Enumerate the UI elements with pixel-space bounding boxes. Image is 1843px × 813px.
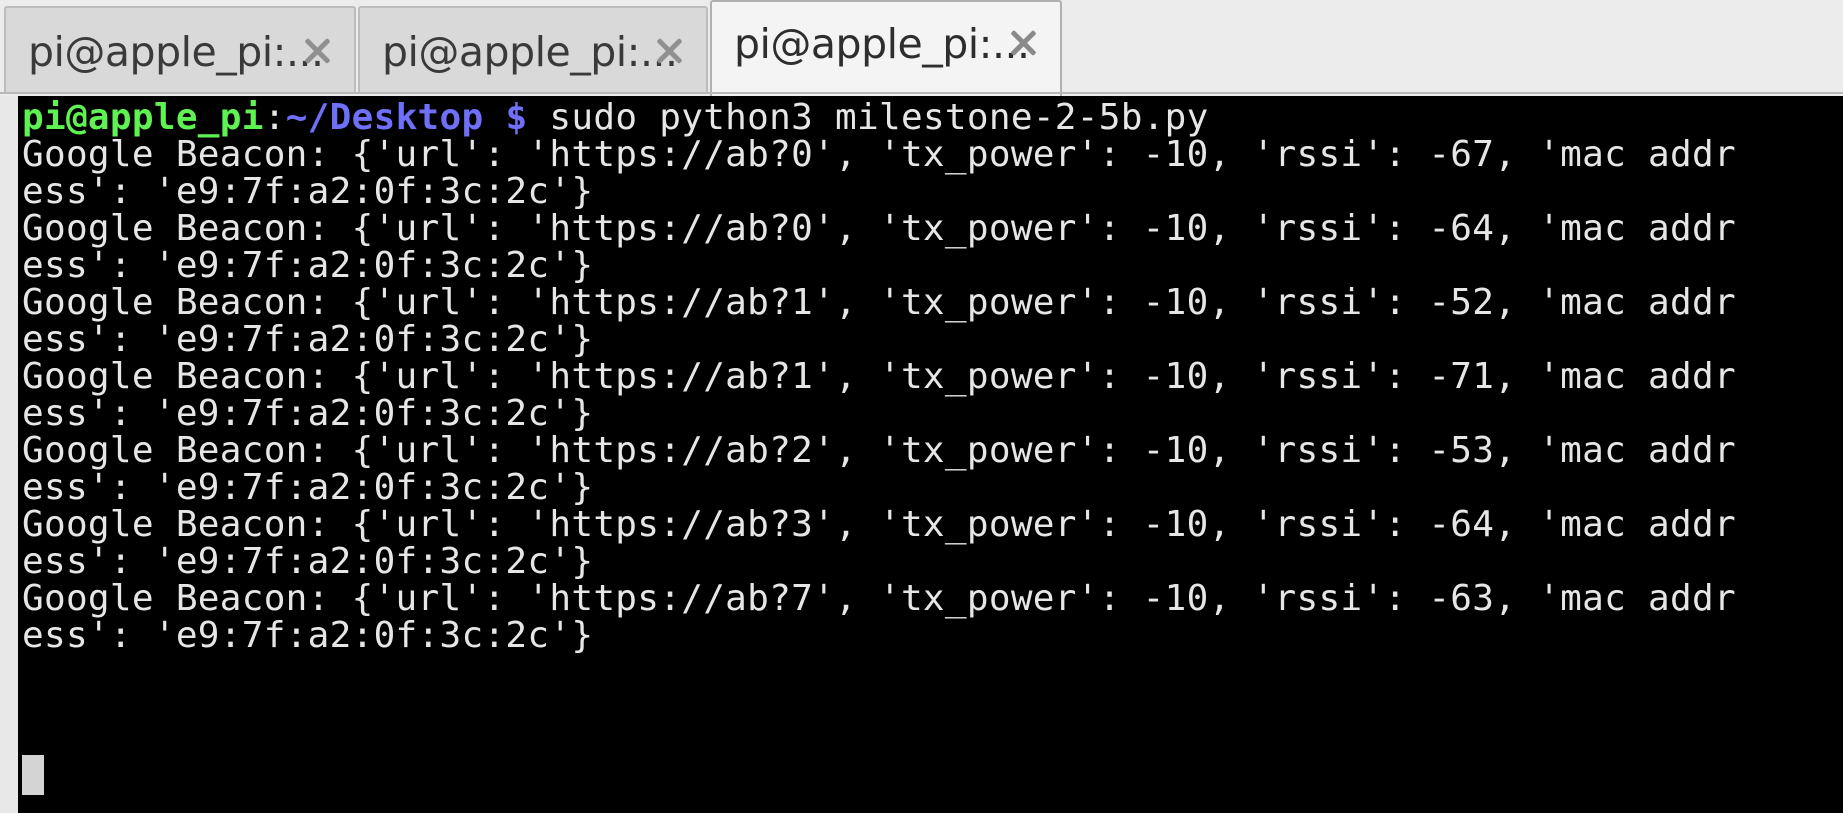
tab-3-active[interactable]: pi@apple_pi:... — [710, 0, 1062, 96]
tab-bar: pi@apple_pi:... pi@apple_pi:... pi@apple… — [0, 0, 1843, 96]
tab-label: pi@apple_pi:... — [734, 20, 1030, 68]
output-line: ess': 'e9:7f:a2:0f:3c:2c'} — [22, 615, 594, 656]
close-icon[interactable] — [1006, 26, 1040, 60]
tab-label: pi@apple_pi:... — [28, 28, 324, 76]
prompt-user-host: pi@apple_pi — [22, 97, 264, 138]
command-text: sudo python3 milestone-2-5b.py — [527, 97, 1209, 138]
close-icon[interactable] — [300, 34, 334, 68]
window-border — [0, 96, 18, 813]
terminal-window: pi@apple_pi:... pi@apple_pi:... pi@apple… — [0, 0, 1843, 813]
prompt-path: ~/Desktop — [285, 97, 484, 138]
tab-1[interactable]: pi@apple_pi:... — [4, 6, 356, 94]
close-icon[interactable] — [652, 34, 686, 68]
block-cursor — [22, 755, 44, 795]
prompt-symbol: $ — [483, 97, 528, 138]
prompt-colon: : — [263, 97, 286, 138]
tab-bar-divider — [0, 92, 1843, 94]
tab-label: pi@apple_pi:... — [382, 28, 678, 76]
terminal-output[interactable]: pi@apple_pi:~/Desktop $ sudo python3 mil… — [18, 96, 1843, 813]
tab-2[interactable]: pi@apple_pi:... — [358, 6, 708, 94]
